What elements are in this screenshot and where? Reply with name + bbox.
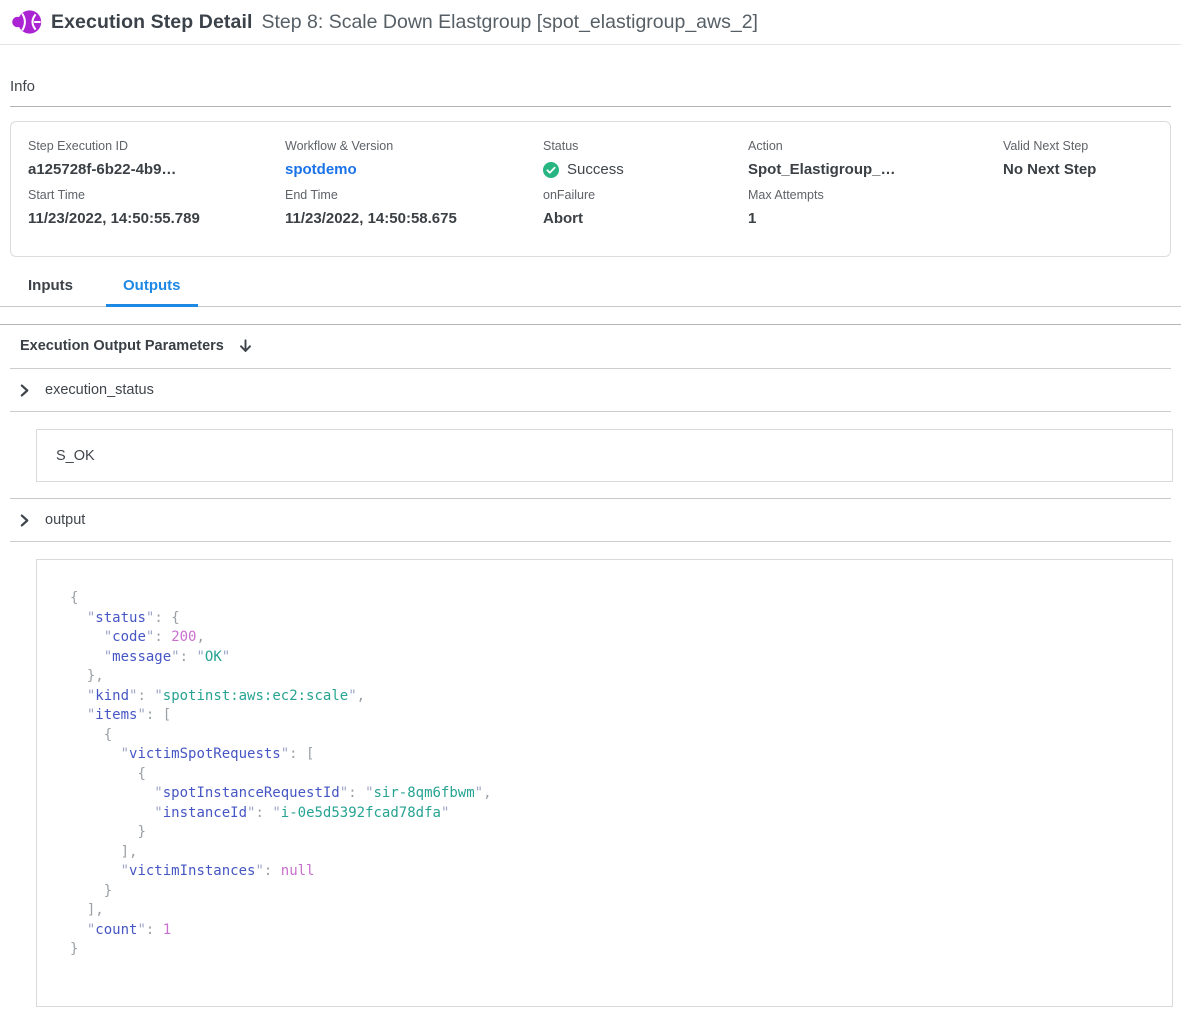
param-name: execution_status: [45, 382, 154, 398]
param-name: output: [45, 512, 85, 528]
output-json-box: { "status": { "code": 200, "message": "O…: [36, 559, 1173, 1007]
valid-next-step-value: No Next Step: [1003, 161, 1170, 178]
chevron-right-icon: [18, 514, 31, 527]
field-label: onFailure: [543, 188, 748, 202]
field-label: Valid Next Step: [1003, 139, 1170, 153]
step-info-card: Step Execution ID a125728f-6b22-4b9… Wor…: [10, 121, 1171, 257]
main-content: Info Step Execution ID a125728f-6b22-4b9…: [0, 78, 1181, 1007]
execution-status-value-box: S_OK: [36, 429, 1173, 482]
field-label: Workflow & Version: [285, 139, 543, 153]
step-execution-id-value: a125728f-6b22-4b9…: [28, 161, 285, 178]
field-action: Action Spot_Elastigroup_…: [748, 139, 1003, 188]
app-header: Execution Step Detail Step 8: Scale Down…: [0, 0, 1181, 45]
workflow-link[interactable]: spotdemo: [285, 161, 543, 178]
field-valid-next-step: Valid Next Step No Next Step: [1003, 139, 1170, 188]
start-time-value: 11/23/2022, 14:50:55.789: [28, 210, 285, 227]
tab-inputs[interactable]: Inputs: [28, 277, 83, 306]
param-row-execution-status[interactable]: execution_status: [10, 369, 1171, 412]
page-subtitle: Step 8: Scale Down Elastgroup [spot_elas…: [261, 11, 757, 34]
field-label: Action: [748, 139, 1003, 153]
field-label: Max Attempts: [748, 188, 1003, 202]
execution-status-value: S_OK: [56, 448, 95, 464]
field-on-failure: onFailure Abort: [543, 188, 748, 237]
end-time-value: 11/23/2022, 14:50:58.675: [285, 210, 543, 227]
field-label: End Time: [285, 188, 543, 202]
output-params-title: Execution Output Parameters: [20, 338, 224, 354]
field-empty: [1003, 188, 1170, 237]
tab-outputs[interactable]: Outputs: [106, 277, 198, 306]
field-status: Status Success: [543, 139, 748, 188]
field-label: Status: [543, 139, 748, 153]
field-label: Start Time: [28, 188, 285, 202]
action-value: Spot_Elastigroup_…: [748, 161, 1003, 178]
field-workflow-version: Workflow & Version spotdemo: [285, 139, 543, 188]
status-value: Success: [543, 161, 748, 178]
output-params-header: Execution Output Parameters: [10, 325, 1171, 369]
on-failure-value: Abort: [543, 210, 748, 227]
param-row-output[interactable]: output: [10, 499, 1171, 542]
field-step-execution-id: Step Execution ID a125728f-6b22-4b9…: [28, 139, 285, 188]
brand-logo-icon: [12, 9, 42, 35]
download-icon[interactable]: [238, 339, 253, 354]
field-start-time: Start Time 11/23/2022, 14:50:55.789: [28, 188, 285, 237]
field-label: Step Execution ID: [28, 139, 285, 153]
chevron-right-icon: [18, 384, 31, 397]
output-json-code: { "status": { "code": 200, "message": "O…: [70, 589, 1162, 960]
max-attempts-value: 1: [748, 210, 1003, 227]
field-end-time: End Time 11/23/2022, 14:50:58.675: [285, 188, 543, 237]
info-section-heading: Info: [10, 78, 1171, 107]
field-max-attempts: Max Attempts 1: [748, 188, 1003, 237]
status-text: Success: [567, 161, 624, 178]
page-title: Execution Step Detail: [51, 11, 252, 34]
success-check-icon: [543, 162, 559, 178]
io-tabs: Inputs Outputs: [0, 274, 1181, 307]
